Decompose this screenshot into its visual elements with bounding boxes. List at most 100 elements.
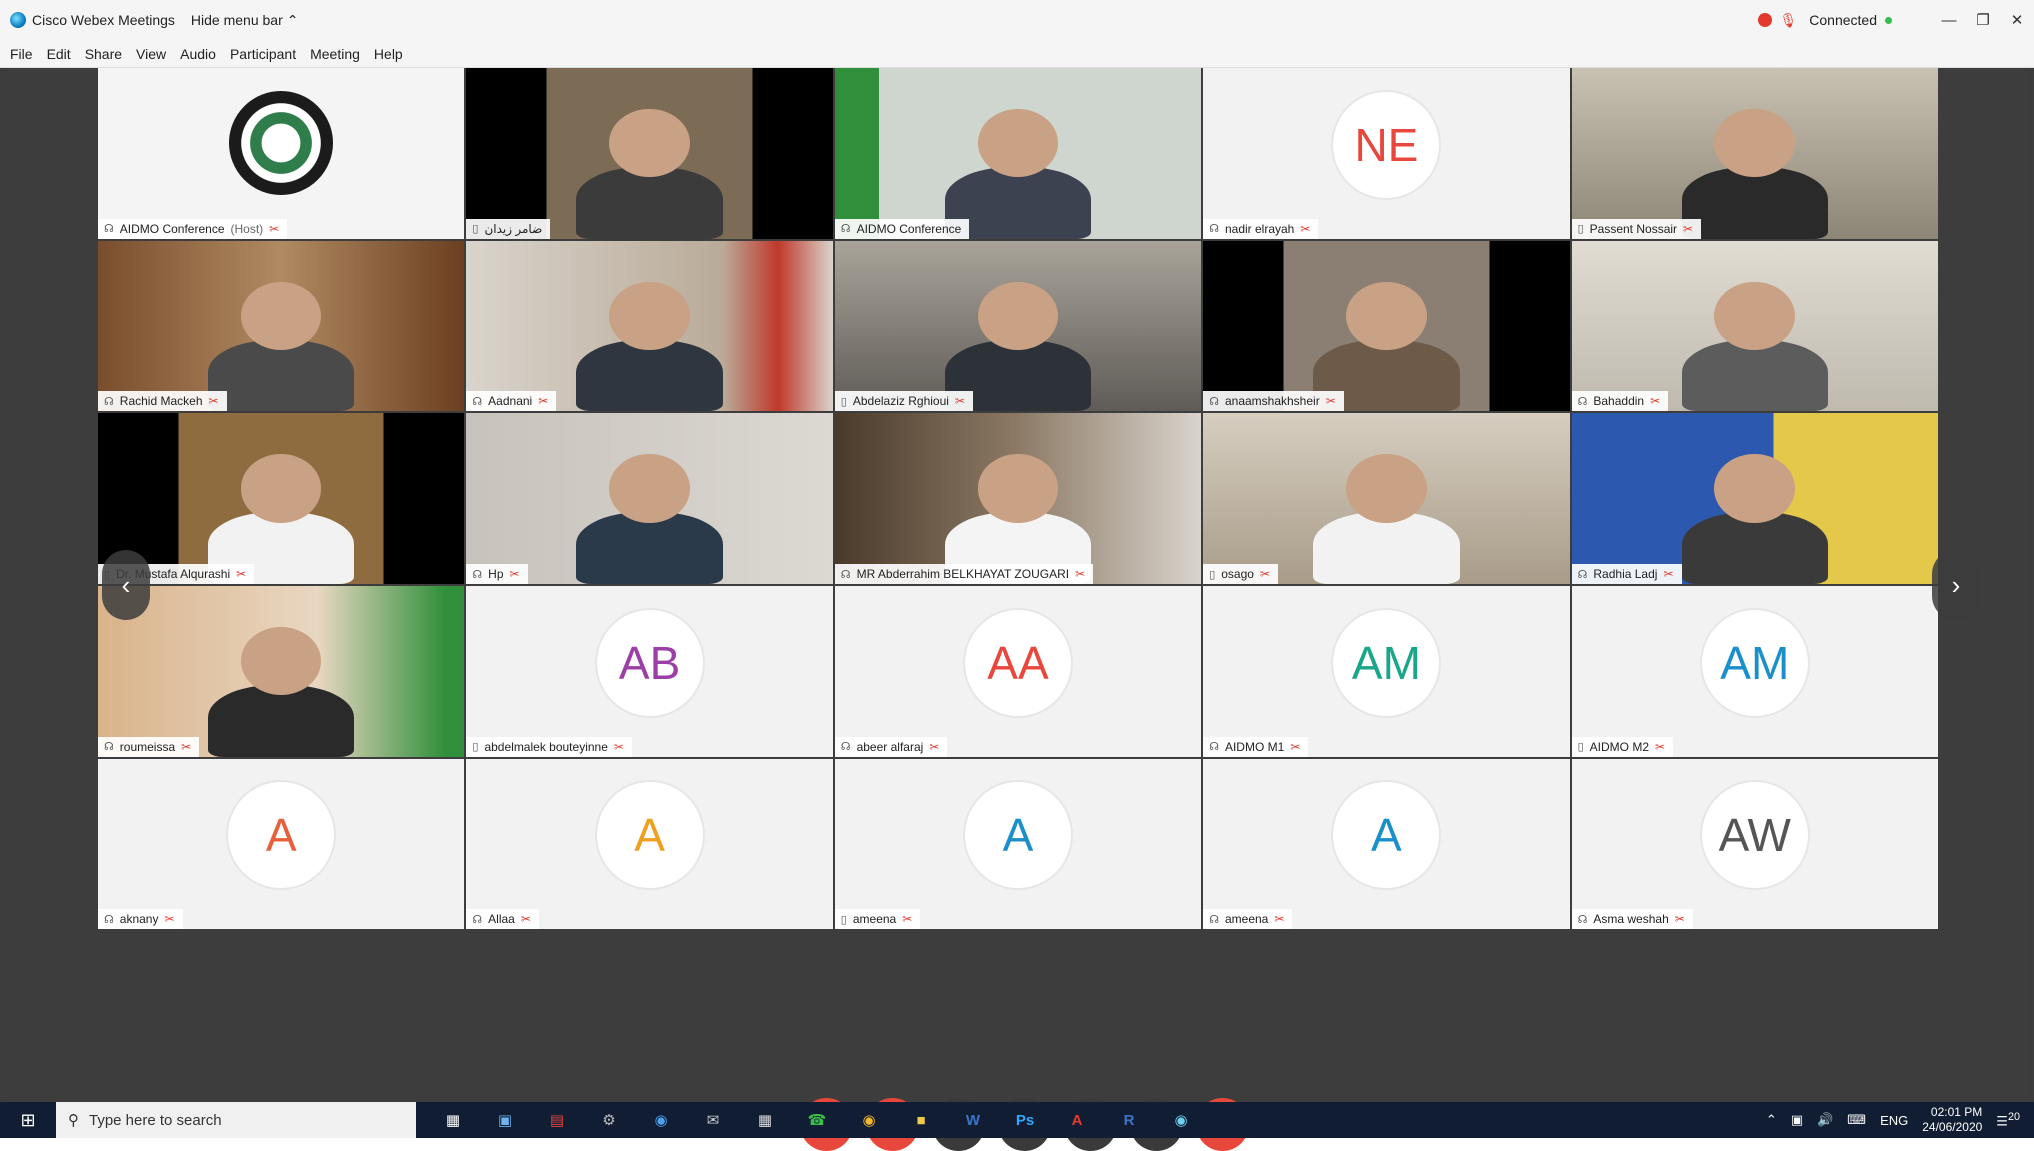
- participant-tile[interactable]: AM ▯ AIDMO M2 ✂: [1571, 586, 1938, 757]
- participant-tile[interactable]: A ☊ aknany ✂: [98, 758, 465, 930]
- hide-menu-bar-button[interactable]: Hide menu bar ⌃: [191, 12, 299, 29]
- participant-video: [98, 68, 465, 239]
- participant-tile[interactable]: ▯ Abdelaziz Rghioui ✂: [834, 240, 1202, 412]
- participant-avatar: AB: [596, 609, 703, 716]
- participant-avatar: A: [228, 782, 335, 889]
- hide-menu-bar-label: Hide menu bar: [190, 12, 283, 28]
- previous-page-button[interactable]: ‹: [102, 550, 150, 620]
- participant-tile[interactable]: ▯ osago ✂: [1203, 413, 1570, 584]
- participant-name-bar: ☊ ameena ✂: [1203, 909, 1293, 930]
- participant-tile[interactable]: ▯Dr. Mustafa Alqurashi✂: [98, 413, 465, 584]
- participant-tile[interactable]: AB ▯ abdelmalek bouteyinne ✂: [466, 586, 833, 757]
- next-page-button[interactable]: ›: [1932, 550, 1980, 620]
- participant-tile[interactable]: ☊ anaamshakhsheir ✂: [1203, 240, 1570, 412]
- aidmo-seal-icon: [229, 91, 334, 196]
- menu-audio[interactable]: Audio: [180, 46, 216, 62]
- participant-tile[interactable]: ☊ Hp ✂: [466, 413, 833, 584]
- network-icon[interactable]: ▣: [1791, 1112, 1803, 1128]
- webex-taskbar-icon[interactable]: ◉: [1164, 1103, 1198, 1137]
- muted-mic-icon: ✂: [1325, 394, 1336, 409]
- notifications-icon[interactable]: ☰20: [1996, 1111, 2020, 1129]
- menu-bar: File Edit Share View Audio Participant M…: [0, 40, 2034, 68]
- pdf-icon[interactable]: ▤: [540, 1103, 574, 1137]
- participant-tile[interactable]: ▯ ضامر زيدان: [466, 68, 833, 239]
- participant-tile[interactable]: ▯ Passent Nossair ✂: [1571, 68, 1938, 239]
- participant-tile[interactable]: ☊ AIDMO Conference: [834, 68, 1202, 239]
- participant-tile[interactable]: A ☊ Allaa ✂: [466, 758, 833, 930]
- participant-name-bar: ☊ Bahaddin ✂: [1571, 391, 1669, 412]
- photoshop-icon[interactable]: Ps: [1008, 1103, 1042, 1137]
- task-view-icon[interactable]: ▦: [436, 1103, 470, 1137]
- participant-tile[interactable]: ☊ AIDMO Conference (Host) ✂: [98, 68, 465, 239]
- whatsapp-icon[interactable]: ☎: [800, 1103, 834, 1137]
- menu-help[interactable]: Help: [374, 46, 403, 62]
- chevron-up-icon[interactable]: ⌃: [1766, 1112, 1777, 1128]
- minimize-button[interactable]: —: [1932, 12, 1966, 29]
- participant-name-bar: ☊ Radhia Ladj ✂: [1571, 564, 1682, 584]
- chrome-icon[interactable]: ◉: [852, 1103, 886, 1137]
- restore-button[interactable]: ❐: [1966, 11, 2000, 29]
- menu-meeting[interactable]: Meeting: [310, 46, 360, 62]
- close-window-button[interactable]: ✕: [2000, 11, 2034, 29]
- store-icon[interactable]: ▣: [488, 1103, 522, 1137]
- participant-tile[interactable]: NE ☊ nadir elrayah ✂: [1203, 68, 1570, 239]
- chevron-left-icon: ‹: [121, 569, 131, 600]
- participant-tile[interactable]: ☊ Radhia Ladj ✂: [1571, 413, 1938, 584]
- participant-tile[interactable]: ☊ Bahaddin ✂: [1571, 240, 1938, 412]
- muted-mic-icon: ✂: [929, 739, 940, 754]
- participant-name-bar: ▯ ameena ✂: [834, 909, 921, 930]
- headset-icon: ☊: [1209, 395, 1219, 408]
- participant-video: [1203, 413, 1570, 584]
- participant-figure: [1313, 512, 1460, 584]
- participant-name-bar: ▯ osago ✂: [1203, 564, 1279, 584]
- participant-video: [834, 240, 1202, 412]
- muted-mic-icon: ✂: [1674, 912, 1685, 927]
- mail-icon[interactable]: ✉: [696, 1103, 730, 1137]
- participant-tile[interactable]: ☊ Rachid Mackeh ✂: [98, 240, 465, 412]
- keyboard-icon[interactable]: ⌨: [1847, 1112, 1866, 1128]
- video-grid-area: ☊ AIDMO Conference (Host) ✂ ▯ ضامر زيدان ☊ AIDM…: [6, 68, 2028, 1151]
- participant-tile[interactable]: A ☊ ameena ✂: [1203, 758, 1570, 930]
- menu-view[interactable]: View: [136, 46, 166, 62]
- taskbar-search[interactable]: ⚲ Type here to search: [56, 1102, 416, 1138]
- participant-name: Rachid Mackeh: [119, 394, 203, 409]
- muted-mic-icon: ✂: [1300, 221, 1311, 236]
- muted-mic-icon: ✂: [954, 394, 965, 409]
- calculator-icon[interactable]: ▦: [748, 1103, 782, 1137]
- notification-count: 20: [2007, 1110, 2020, 1123]
- menu-participant[interactable]: Participant: [230, 46, 296, 62]
- browser-icon[interactable]: ◉: [644, 1103, 678, 1137]
- participant-avatar: NE: [1333, 91, 1440, 198]
- menu-share[interactable]: Share: [85, 46, 122, 62]
- participant-tile[interactable]: ☊ roumeissa ✂: [98, 586, 465, 757]
- clock[interactable]: 02:01 PM 24/06/2020: [1922, 1105, 1982, 1135]
- headset-icon: ☊: [1209, 741, 1219, 754]
- r-icon[interactable]: R: [1112, 1103, 1146, 1137]
- participant-figure: [1681, 339, 1829, 412]
- menu-edit[interactable]: Edit: [47, 46, 71, 62]
- participant-name-bar: ☊ nadir elrayah ✂: [1203, 218, 1319, 239]
- participant-head: [1714, 281, 1796, 350]
- language-indicator[interactable]: ENG: [1880, 1113, 1908, 1128]
- word-icon[interactable]: W: [956, 1103, 990, 1137]
- participant-tile[interactable]: AW ☊ Asma weshah ✂: [1571, 758, 1938, 930]
- menu-file[interactable]: File: [10, 46, 33, 62]
- app-icon[interactable]: ⚙: [592, 1103, 626, 1137]
- device-phone-icon: ▯: [1577, 741, 1584, 754]
- participant-name: roumeissa: [119, 739, 176, 754]
- participant-tile[interactable]: ☊ MR Abderrahim BELKHAYAT ZOUGARI ✂: [834, 413, 1202, 584]
- participant-tile[interactable]: AM ☊ AIDMO M1 ✂: [1203, 586, 1570, 757]
- volume-icon[interactable]: 🔊: [1817, 1112, 1833, 1128]
- participant-name-bar: ☊ roumeissa ✂: [98, 736, 200, 757]
- participant-name-bar: ☊ AIDMO M1 ✂: [1203, 736, 1309, 757]
- participant-tile[interactable]: AA ☊ abeer alfaraj ✂: [834, 586, 1202, 757]
- participant-name: ameena: [1224, 912, 1269, 927]
- participant-figure: [576, 512, 723, 584]
- acrobat-icon[interactable]: A: [1060, 1103, 1094, 1137]
- participant-name-bar: ☊ Hp ✂: [466, 564, 528, 584]
- windows-start-button[interactable]: ⊞: [0, 1102, 56, 1138]
- folder-icon[interactable]: ■: [904, 1103, 938, 1137]
- participant-tile[interactable]: A ▯ ameena ✂: [834, 758, 1202, 930]
- device-phone-icon: ▯: [1209, 568, 1216, 581]
- participant-tile[interactable]: ☊ Aadnani ✂: [466, 240, 833, 412]
